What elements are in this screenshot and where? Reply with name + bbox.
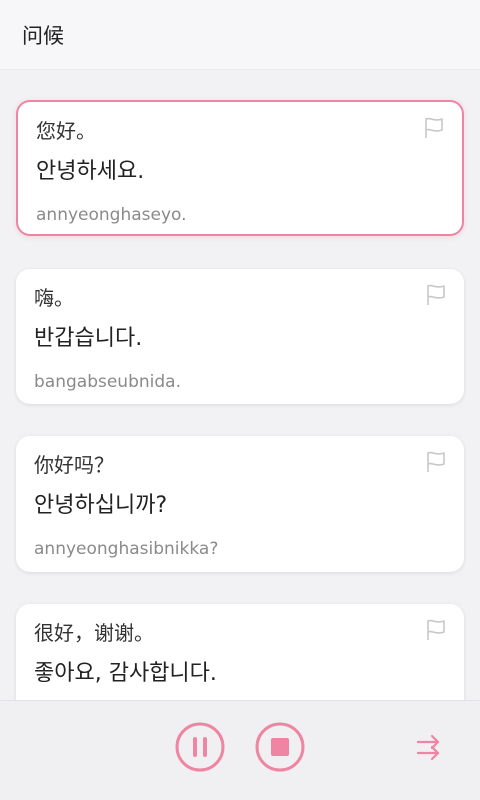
page-title: 问候 [22, 23, 64, 48]
phrase-list[interactable]: 您好。 안녕하세요. annyeonghaseyo. 嗨。 반갑습니다. ban… [0, 70, 480, 700]
chinese-text: 你好吗？ [34, 453, 114, 477]
chinese-text: 很好，谢谢。 [34, 621, 154, 645]
flag-icon[interactable] [424, 450, 448, 474]
korean-text: 안녕하세요. [36, 159, 145, 184]
stop-button[interactable] [254, 721, 306, 773]
chinese-text: 嗨。 [34, 286, 74, 310]
phrase-card[interactable]: 很好，谢谢。 좋아요, 감사합니다. [16, 604, 464, 700]
play-order-button[interactable] [414, 729, 444, 765]
flag-icon[interactable] [424, 618, 448, 642]
phrase-card[interactable]: 您好。 안녕하세요. annyeonghaseyo. [16, 100, 464, 236]
korean-text: 안녕하십니까? [34, 493, 168, 518]
korean-text: 좋아요, 감사합니다. [34, 661, 217, 686]
flag-icon[interactable] [424, 283, 448, 307]
chinese-text: 您好。 [36, 119, 96, 143]
phrase-card[interactable]: 嗨。 반갑습니다. bangabseubnida. [16, 269, 464, 404]
phrase-card[interactable]: 你好吗？ 안녕하십니까? annyeonghasibnikka? [16, 436, 464, 572]
top-bar: 问候 [0, 0, 480, 70]
romanization-text: annyeonghaseyo. [36, 205, 187, 225]
flag-icon[interactable] [422, 116, 446, 140]
romanization-text: annyeonghasibnikka? [34, 539, 219, 559]
playback-bar [0, 700, 480, 800]
romanization-text: bangabseubnida. [34, 372, 181, 392]
pause-button[interactable] [174, 721, 226, 773]
korean-text: 반갑습니다. [34, 326, 143, 351]
